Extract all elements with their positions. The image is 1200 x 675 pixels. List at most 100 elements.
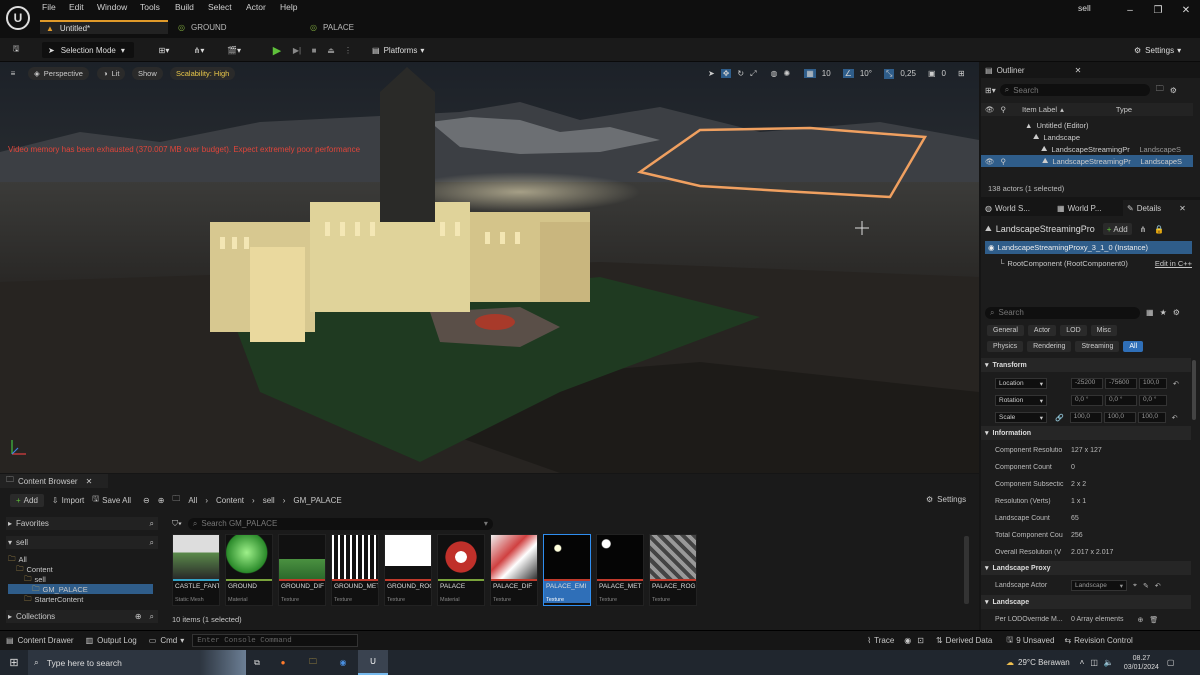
- outliner-search[interactable]: ⌕ Search: [999, 84, 1150, 96]
- close-icon[interactable]: ✕: [1179, 204, 1186, 213]
- tree-item-starter-content[interactable]: 🗀 StarterContent: [8, 594, 153, 604]
- surface-snap-icon[interactable]: ✺: [784, 69, 791, 78]
- clock[interactable]: 08.27 03/01/2024: [1124, 654, 1159, 672]
- revision-control-button[interactable]: ⇆ Revision Control: [1064, 636, 1132, 645]
- cinematics-icon[interactable]: 🎬▾: [222, 42, 246, 58]
- play-icon[interactable]: ▶: [270, 42, 284, 58]
- camera-icon[interactable]: ⊡: [917, 636, 924, 645]
- save-all-button[interactable]: 🖫 Save All: [92, 493, 131, 507]
- more-icon[interactable]: ⋮: [342, 42, 354, 58]
- unsaved-button[interactable]: 🖫 9 Unsaved: [1006, 634, 1054, 648]
- outliner-row-selected[interactable]: 👁 ⚲ ⛰ LandscapeStreamingPr LandscapeS: [981, 155, 1193, 167]
- content-browser-tab[interactable]: 🗀 Content Browser ✕: [0, 474, 108, 488]
- save-icon[interactable]: 🖫: [8, 42, 24, 58]
- record-icon[interactable]: ◉: [904, 636, 911, 645]
- close-icon[interactable]: ✕: [1172, 5, 1200, 16]
- browse-icon[interactable]: ⌖: [1133, 582, 1137, 590]
- visibility-icon[interactable]: 👁: [985, 105, 995, 114]
- windows-start-icon[interactable]: ⊞: [0, 656, 28, 669]
- breadcrumb-all[interactable]: All: [188, 496, 197, 505]
- maximize-icon[interactable]: ❐: [1144, 5, 1172, 16]
- unreal-taskbar-icon[interactable]: U: [358, 650, 388, 675]
- outliner-row[interactable]: ▲ Untitled (Editor): [981, 119, 1193, 131]
- asset-scrollbar[interactable]: [964, 536, 969, 604]
- derived-data-button[interactable]: ⇅ Derived Data: [936, 636, 992, 645]
- pin-icon[interactable]: ⚲: [1001, 105, 1007, 114]
- category-misc[interactable]: Misc: [1090, 325, 1118, 336]
- menu-edit[interactable]: Edit: [69, 2, 84, 12]
- level-viewport[interactable]: ≡ ◈ Perspective ◑ Lit Show Scalability: …: [0, 62, 979, 473]
- pin-icon[interactable]: ⚲: [1001, 157, 1007, 166]
- add-component-button[interactable]: + Add: [1102, 223, 1132, 235]
- trash-icon[interactable]: 🗑: [1149, 616, 1158, 624]
- history-forward-icon[interactable]: ⊕: [158, 496, 165, 505]
- category-all[interactable]: All: [1123, 341, 1144, 352]
- asset-tile[interactable]: PALACE_DIF Texture: [490, 534, 538, 606]
- gear-icon[interactable]: ⚙: [1173, 308, 1180, 317]
- maximize-viewport-icon[interactable]: ⊞: [958, 69, 965, 78]
- tab-world-settings[interactable]: ◍ World S...: [981, 204, 1053, 213]
- scalability-badge[interactable]: Scalability: High: [170, 67, 236, 80]
- step-icon[interactable]: ▶|: [290, 42, 304, 58]
- console-input[interactable]: Enter Console Command: [192, 634, 359, 647]
- task-view-icon[interactable]: ⧉: [246, 658, 268, 668]
- tree-item-all[interactable]: 🗀 All: [8, 554, 153, 564]
- rotation-y[interactable]: 0,0 °: [1105, 395, 1137, 406]
- category-actor[interactable]: Actor: [1027, 325, 1057, 336]
- breadcrumb-sell[interactable]: sell: [263, 496, 275, 505]
- cb-settings-button[interactable]: ⚙ Settings: [926, 495, 966, 504]
- world-icon[interactable]: ◍: [771, 69, 778, 78]
- search-icon[interactable]: ⌕: [150, 538, 154, 548]
- asset-tile[interactable]: PALACE Material: [437, 534, 485, 606]
- show-button[interactable]: Show: [132, 67, 163, 80]
- details-scrollbar[interactable]: [1192, 360, 1196, 420]
- collections-header[interactable]: ▸ Collections ⊕ ⌕: [6, 610, 158, 623]
- rotation-z[interactable]: 0,0 °: [1139, 395, 1167, 406]
- taskbar-search[interactable]: ⌕ Type here to search: [28, 650, 200, 675]
- menu-help[interactable]: Help: [280, 2, 297, 12]
- settings-button[interactable]: ⚙ Settings ▾: [1134, 42, 1194, 58]
- grid-size[interactable]: 10: [822, 69, 831, 78]
- scale-x[interactable]: 100,0: [1069, 412, 1102, 423]
- sell-header[interactable]: ▾ sell ⌕: [6, 536, 158, 549]
- import-button[interactable]: ⇩ Import: [52, 496, 84, 505]
- landscape-proxy-section[interactable]: ▾ Landscape Proxy: [981, 561, 1191, 575]
- location-y[interactable]: -75600: [1105, 378, 1137, 389]
- angle-snap-icon[interactable]: ∠: [842, 69, 854, 78]
- category-general[interactable]: General: [987, 325, 1024, 336]
- search-icon[interactable]: ⌕: [150, 519, 154, 529]
- add-button[interactable]: + Add: [10, 493, 44, 507]
- scale-y[interactable]: 100,0: [1103, 412, 1136, 423]
- star-icon[interactable]: ★: [1160, 308, 1167, 317]
- asset-tile[interactable]: PALACE_ROG Texture: [649, 534, 697, 606]
- location-dropdown[interactable]: Location ▾: [995, 378, 1047, 389]
- tab-details[interactable]: ✎ Details ✕: [1123, 200, 1200, 216]
- scale-snap-icon[interactable]: ⤡: [883, 68, 895, 79]
- blueprint-icon[interactable]: ⋔▾: [187, 42, 211, 58]
- plus-circle-icon[interactable]: ⊕: [1138, 616, 1144, 624]
- angle-size[interactable]: 10°: [860, 69, 872, 78]
- trace-button[interactable]: ⌇ Trace: [867, 636, 894, 645]
- asset-search[interactable]: ⌕ Search GM_PALACE ▾: [187, 517, 493, 530]
- unreal-logo-icon[interactable]: U: [6, 6, 30, 30]
- reset-icon[interactable]: ↶: [1172, 414, 1178, 422]
- lock-icon[interactable]: 🔗: [1055, 414, 1064, 422]
- menu-build[interactable]: Build: [175, 2, 194, 12]
- transform-section[interactable]: ▾ Transform: [981, 358, 1191, 372]
- blueprint-icon[interactable]: ⋔: [1140, 225, 1147, 234]
- chrome-icon[interactable]: ◉: [328, 658, 358, 667]
- category-streaming[interactable]: Streaming: [1075, 341, 1120, 352]
- location-z[interactable]: 100,0: [1139, 378, 1167, 389]
- notification-icon[interactable]: ▢: [1167, 658, 1175, 667]
- asset-tile[interactable]: GROUND_ROG Texture: [384, 534, 432, 606]
- root-component-row[interactable]: └ RootComponent (RootComponent0) Edit in…: [985, 257, 1192, 270]
- select-tool-icon[interactable]: ➤: [708, 69, 715, 78]
- outliner-row[interactable]: ⛰ Landscape: [981, 131, 1193, 143]
- tab-ground[interactable]: ◎ GROUND: [178, 20, 298, 34]
- filter-icon[interactable]: ⛉▾: [172, 519, 182, 529]
- content-drawer-button[interactable]: ▤ Content Drawer: [6, 636, 74, 645]
- breadcrumb-gm-palace[interactable]: GM_PALACE: [293, 496, 341, 505]
- camera-speed-icon[interactable]: ▣: [928, 69, 936, 78]
- grid-view-icon[interactable]: ▦: [1146, 308, 1154, 317]
- asset-tile[interactable]: GROUND Material: [225, 534, 273, 606]
